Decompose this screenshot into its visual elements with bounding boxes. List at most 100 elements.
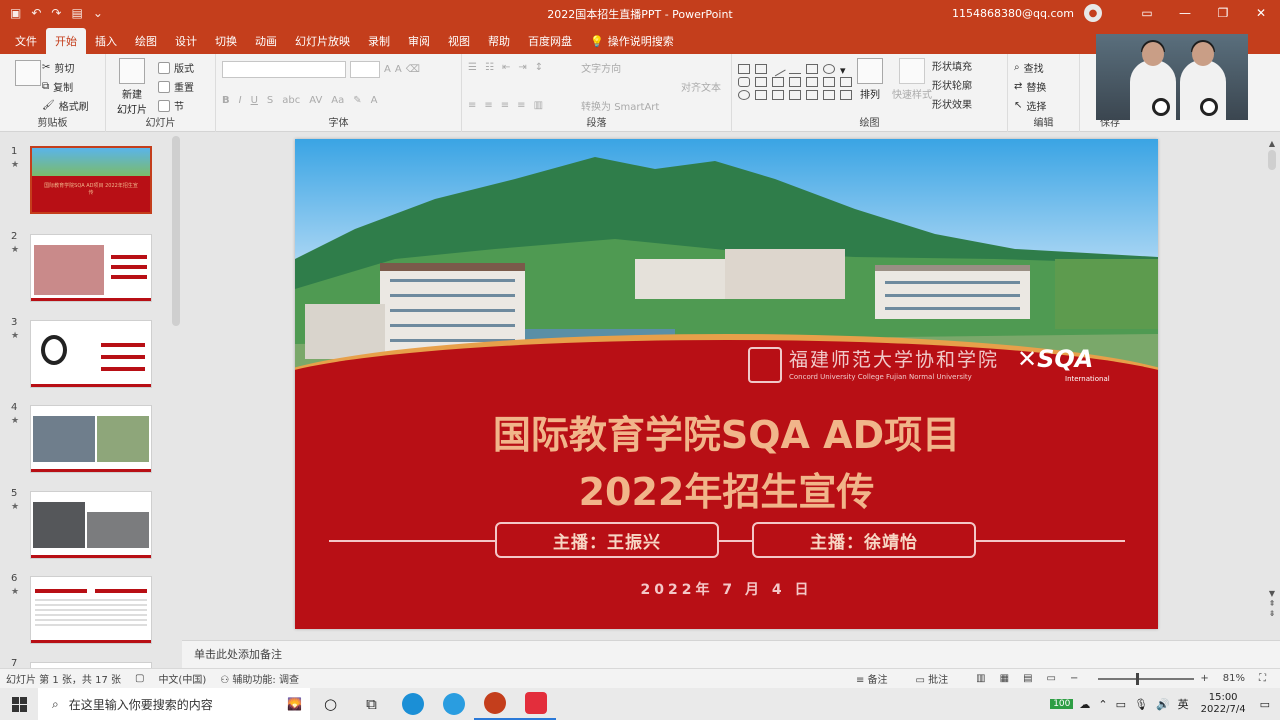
- new-slide-button[interactable]: 新建 幻灯片: [112, 58, 152, 116]
- decrease-font-icon[interactable]: A: [395, 64, 402, 75]
- tab-design[interactable]: 设计: [166, 28, 206, 54]
- notes-button[interactable]: ≡ 备注: [856, 671, 902, 686]
- tab-animations[interactable]: 动画: [246, 28, 286, 54]
- tell-me-search[interactable]: 💡 操作说明搜索: [581, 28, 683, 54]
- thumbnails-scrollbar[interactable]: [172, 136, 180, 326]
- strikethrough-icon[interactable]: abc: [282, 95, 300, 106]
- reset-button[interactable]: 重置: [158, 77, 209, 96]
- shape-fill-button[interactable]: 形状填充: [932, 56, 972, 75]
- slide-scrollbar[interactable]: ▲ ▼ ⇞ ⇟: [1266, 139, 1278, 619]
- copy-button[interactable]: ⧉ 复制: [42, 77, 99, 96]
- taskbar-search[interactable]: ⌕ 在这里输入你要搜索的内容 🌄: [38, 688, 310, 720]
- normal-view-icon[interactable]: ▥: [976, 673, 985, 684]
- font-size-input[interactable]: [350, 61, 380, 78]
- ime-icon[interactable]: 英: [1178, 696, 1189, 712]
- clock[interactable]: 15:00 2022/7/4: [1201, 692, 1246, 716]
- volume-icon[interactable]: 🔊: [1156, 698, 1170, 711]
- scroll-up-icon[interactable]: ▲: [1266, 139, 1278, 148]
- columns-icon[interactable]: ▥: [534, 100, 543, 111]
- slideshow-icon[interactable]: ▤: [71, 6, 82, 20]
- slide-thumbnail-5[interactable]: [30, 491, 152, 559]
- tray-expand-icon[interactable]: ⌃: [1098, 698, 1107, 711]
- shape-outline-button[interactable]: 形状轮廓: [932, 75, 972, 94]
- powerpoint-app-icon[interactable]: [474, 688, 515, 720]
- shadow-icon[interactable]: S: [267, 95, 273, 106]
- quick-styles-button[interactable]: 快速样式: [892, 58, 932, 101]
- redo-icon[interactable]: ↷: [51, 6, 61, 20]
- tab-draw[interactable]: 绘图: [126, 28, 166, 54]
- avatar[interactable]: ●: [1084, 4, 1102, 22]
- clear-format-icon[interactable]: ⌫: [406, 64, 420, 75]
- cortana-icon[interactable]: ○: [310, 688, 351, 720]
- italic-icon[interactable]: I: [239, 95, 242, 106]
- account-name[interactable]: 1154868380@qq.com: [952, 7, 1074, 20]
- layout-button[interactable]: 版式: [158, 58, 209, 77]
- microphone-icon[interactable]: 🎙: [1134, 698, 1148, 711]
- tab-insert[interactable]: 插入: [86, 28, 126, 54]
- tab-transitions[interactable]: 切换: [206, 28, 246, 54]
- char-spacing-icon[interactable]: AV: [309, 95, 322, 106]
- minimize-icon[interactable]: —: [1166, 0, 1204, 26]
- comments-button[interactable]: ▭ 批注: [916, 671, 963, 686]
- font-name-input[interactable]: [222, 61, 346, 78]
- align-left-icon[interactable]: ≡: [468, 100, 476, 111]
- save-icon[interactable]: ▣: [10, 6, 21, 20]
- maximize-icon[interactable]: ❐: [1204, 0, 1242, 26]
- zoom-in-icon[interactable]: +: [1200, 673, 1208, 684]
- numbering-icon[interactable]: ☷: [485, 62, 494, 73]
- notifications-icon[interactable]: ▭: [1260, 698, 1270, 711]
- arrange-button[interactable]: 排列: [850, 58, 890, 101]
- accessibility-indicator[interactable]: ⚇ 辅助功能: 调查: [220, 671, 313, 686]
- notes-pane[interactable]: 单击此处添加备注: [182, 640, 1280, 668]
- format-painter-button[interactable]: 🖌 格式刷: [42, 96, 99, 115]
- text-direction-button[interactable]: 文字方向: [581, 60, 621, 75]
- tab-help[interactable]: 帮助: [479, 28, 519, 54]
- tab-view[interactable]: 视图: [439, 28, 479, 54]
- recorder-app-icon[interactable]: [515, 688, 556, 720]
- shape-effects-button[interactable]: 形状效果: [932, 94, 972, 113]
- language-indicator[interactable]: 中文(中国): [158, 671, 206, 686]
- slide-thumbnail-1[interactable]: 国际教育学院SQA AD项目 2022年招生宣传: [30, 146, 152, 214]
- smartart-button[interactable]: 转换为 SmartArt: [581, 98, 659, 113]
- increase-indent-icon[interactable]: ⇥: [518, 62, 526, 73]
- slideshow-view-icon[interactable]: ▭: [1047, 673, 1056, 684]
- bullets-icon[interactable]: ☰: [468, 62, 477, 73]
- network-icon[interactable]: ▭: [1116, 698, 1126, 711]
- zoom-slider[interactable]: [1098, 672, 1195, 685]
- underline-icon[interactable]: U: [251, 95, 258, 106]
- ribbon-display-icon[interactable]: ▭: [1128, 0, 1166, 26]
- zoom-out-icon[interactable]: −: [1070, 673, 1078, 684]
- battery-indicator[interactable]: 100: [1050, 699, 1074, 709]
- line-spacing-icon[interactable]: ↕: [535, 62, 543, 73]
- bold-icon[interactable]: B: [222, 95, 230, 106]
- tab-home[interactable]: 开始: [46, 28, 86, 54]
- paste-button[interactable]: [8, 60, 48, 88]
- zoom-slider-knob[interactable]: [1136, 672, 1140, 685]
- fit-slide-icon[interactable]: ⛶: [1259, 673, 1266, 684]
- cut-button[interactable]: ✂ 剪切: [42, 58, 99, 77]
- slide-thumbnail-6[interactable]: [30, 576, 152, 644]
- section-button[interactable]: 节: [158, 96, 209, 115]
- highlight-icon[interactable]: ✎: [353, 95, 361, 106]
- tab-slideshow[interactable]: 幻灯片放映: [286, 28, 359, 54]
- spellcheck-icon[interactable]: ▢: [135, 673, 144, 684]
- customize-qat-icon[interactable]: ⌄: [93, 6, 103, 20]
- tab-record[interactable]: 录制: [359, 28, 399, 54]
- change-case-icon[interactable]: Aa: [331, 95, 344, 106]
- slide-sorter-icon[interactable]: ▦: [1000, 673, 1009, 684]
- align-center-icon[interactable]: ≡: [484, 100, 492, 111]
- select-button[interactable]: ↖ 选择: [1014, 96, 1073, 115]
- tab-review[interactable]: 审阅: [399, 28, 439, 54]
- undo-icon[interactable]: ↶: [31, 6, 41, 20]
- edge-icon[interactable]: [392, 688, 433, 720]
- zoom-level[interactable]: 81%: [1223, 673, 1245, 684]
- slide-thumbnail-2[interactable]: [30, 234, 152, 302]
- decrease-indent-icon[interactable]: ⇤: [502, 62, 510, 73]
- align-right-icon[interactable]: ≡: [501, 100, 509, 111]
- tab-file[interactable]: 文件: [6, 28, 46, 54]
- align-text-button[interactable]: 对齐文本: [681, 79, 721, 94]
- font-color-icon[interactable]: A: [371, 95, 378, 106]
- task-view-icon[interactable]: ⧉: [351, 688, 392, 720]
- close-icon[interactable]: ✕: [1242, 0, 1280, 26]
- start-button[interactable]: [0, 696, 38, 712]
